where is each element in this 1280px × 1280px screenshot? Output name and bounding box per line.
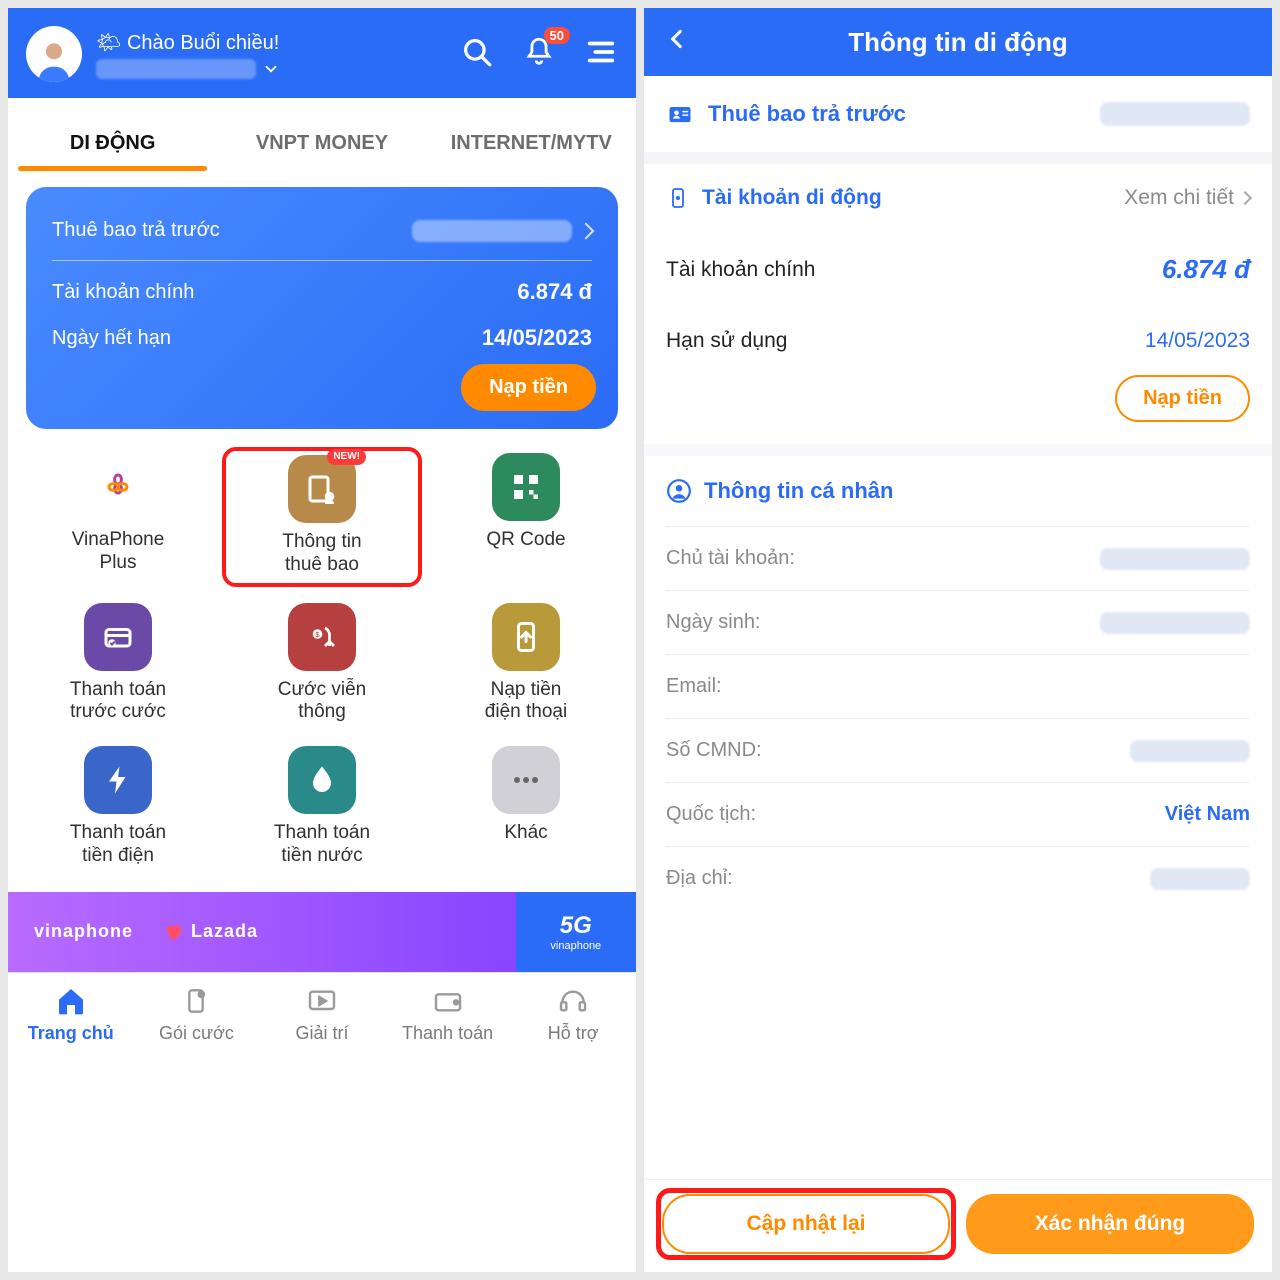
electricity-icon	[84, 746, 152, 814]
person-icon	[666, 478, 692, 504]
detail-header: Thông tin di động	[644, 8, 1272, 76]
nav-home[interactable]: Trang chủ	[8, 985, 134, 1044]
expiry-value: 14/05/2023	[1145, 329, 1250, 353]
info-row-address: Địa chỉ:	[666, 846, 1250, 910]
id-card-icon	[666, 100, 694, 128]
promo-brand-lazada: Lazada	[191, 921, 258, 942]
vinaphone-plus-icon	[84, 453, 152, 521]
tab-internet[interactable]: INTERNET/MYTV	[427, 118, 636, 169]
plan-label: Thuê bao trả trước	[708, 101, 906, 127]
info-row-nationality: Quốc tịch: Việt Nam	[666, 782, 1250, 846]
info-row-owner: Chủ tài khoản:	[666, 526, 1250, 590]
username-blur	[96, 59, 256, 79]
nav-plans[interactable]: Gói cước	[134, 985, 260, 1044]
nationality-value: Việt Nam	[1165, 803, 1250, 826]
home-screen: 🌤 Chào Buổi chiều! 50 DI ĐỘNG	[8, 8, 636, 1272]
page-title: Thông tin di động	[848, 27, 1067, 58]
service-water[interactable]: Thanh toántiền nước	[222, 740, 422, 874]
support-icon	[557, 985, 589, 1017]
tab-bar: DI ĐỘNG VNPT MONEY INTERNET/MYTV	[8, 98, 636, 169]
phone-blur	[412, 220, 572, 242]
greeting: 🌤 Chào Buổi chiều!	[96, 30, 446, 79]
subscriber-info-icon: NEW!	[288, 455, 356, 523]
payment-icon	[432, 985, 464, 1017]
service-telecom-fee[interactable]: $ Cước viễnthông	[222, 597, 422, 731]
topup-button[interactable]: Nạp tiền	[461, 364, 596, 411]
promo-banner[interactable]: vinaphone Lazada 5G vinaphone	[8, 892, 636, 972]
greeting-text: Chào Buổi chiều!	[127, 32, 279, 54]
telecom-fee-icon: $	[288, 603, 356, 671]
nav-payment[interactable]: Thanh toán	[385, 985, 511, 1044]
info-row-idnum: Số CMND:	[666, 718, 1250, 782]
expiry-label: Ngày hết hạn	[52, 327, 171, 350]
tab-vnpt-money[interactable]: VNPT MONEY	[217, 118, 426, 169]
notification-icon[interactable]: 50	[522, 35, 556, 74]
topup-button[interactable]: Nạp tiền	[1115, 375, 1250, 422]
notification-badge: 50	[544, 27, 570, 44]
heart-icon	[163, 921, 185, 943]
info-row-dob: Ngày sinh:	[666, 590, 1250, 654]
service-vinaphone-plus[interactable]: VinaPhonePlus	[18, 447, 218, 587]
header: 🌤 Chào Buổi chiều! 50	[8, 8, 636, 98]
promo-5g: 5G vinaphone	[516, 892, 636, 972]
footer-buttons: Cập nhật lại Xác nhận đúng	[644, 1179, 1272, 1272]
plan-label: Thuê bao trả trước	[52, 219, 220, 242]
phone-icon	[666, 186, 690, 210]
menu-icon[interactable]	[584, 35, 618, 74]
topup-phone-icon	[492, 603, 560, 671]
personal-section-header: Thông tin cá nhân	[666, 456, 1250, 526]
main-balance-label: Tài khoản chính	[666, 258, 815, 282]
back-button[interactable]	[664, 26, 690, 59]
account-section-header[interactable]: Tài khoản di động Xem chi tiết	[666, 164, 1250, 232]
phone-blur	[1100, 102, 1250, 126]
prepay-icon	[84, 603, 152, 671]
new-badge: NEW!	[327, 449, 366, 465]
view-detail-link[interactable]: Xem chi tiết	[1124, 186, 1250, 210]
service-electricity[interactable]: Thanh toántiền điện	[18, 740, 218, 874]
water-icon	[288, 746, 356, 814]
detail-screen: Thông tin di động Thuê bao trả trước Tài…	[644, 8, 1272, 1272]
service-prepay[interactable]: Thanh toántrước cước	[18, 597, 218, 731]
service-other[interactable]: Khác	[426, 740, 626, 874]
services-grid: VinaPhonePlus NEW! Thông tinthuê bao QR …	[8, 447, 636, 882]
home-icon	[55, 985, 87, 1017]
service-subscriber-info[interactable]: NEW! Thông tinthuê bao	[222, 447, 422, 587]
more-icon	[492, 746, 560, 814]
confirm-button[interactable]: Xác nhận đúng	[966, 1194, 1254, 1254]
plan-icon	[180, 985, 212, 1017]
service-qr-code[interactable]: QR Code	[426, 447, 626, 587]
search-icon[interactable]	[460, 35, 494, 74]
promo-brand-vinaphone: vinaphone	[34, 921, 133, 942]
chevron-down-icon[interactable]	[262, 60, 280, 78]
bottom-nav: Trang chủ Gói cước Giải trí Thanh toán H…	[8, 972, 636, 1060]
expiry-value: 14/05/2023	[482, 325, 592, 351]
avatar[interactable]	[26, 26, 82, 82]
plan-section-header: Thuê bao trả trước	[644, 76, 1272, 164]
chevron-right-icon	[578, 222, 595, 239]
main-balance-label: Tài khoản chính	[52, 281, 194, 304]
main-balance-value: 6.874 đ	[517, 279, 592, 305]
main-balance-value: 6.874 đ	[1162, 254, 1250, 285]
update-button[interactable]: Cập nhật lại	[662, 1194, 950, 1254]
qr-code-icon	[492, 453, 560, 521]
expiry-label: Hạn sử dụng	[666, 329, 787, 353]
nav-support[interactable]: Hỗ trợ	[510, 985, 636, 1044]
tab-mobile[interactable]: DI ĐỘNG	[8, 118, 217, 169]
info-row-email: Email:	[666, 654, 1250, 718]
chevron-right-icon	[1238, 191, 1252, 205]
service-topup-phone[interactable]: Nạp tiềnđiện thoại	[426, 597, 626, 731]
account-card[interactable]: Thuê bao trả trước Tài khoản chính 6.874…	[26, 187, 618, 429]
entertainment-icon	[306, 985, 338, 1017]
nav-entertainment[interactable]: Giải trí	[259, 985, 385, 1044]
